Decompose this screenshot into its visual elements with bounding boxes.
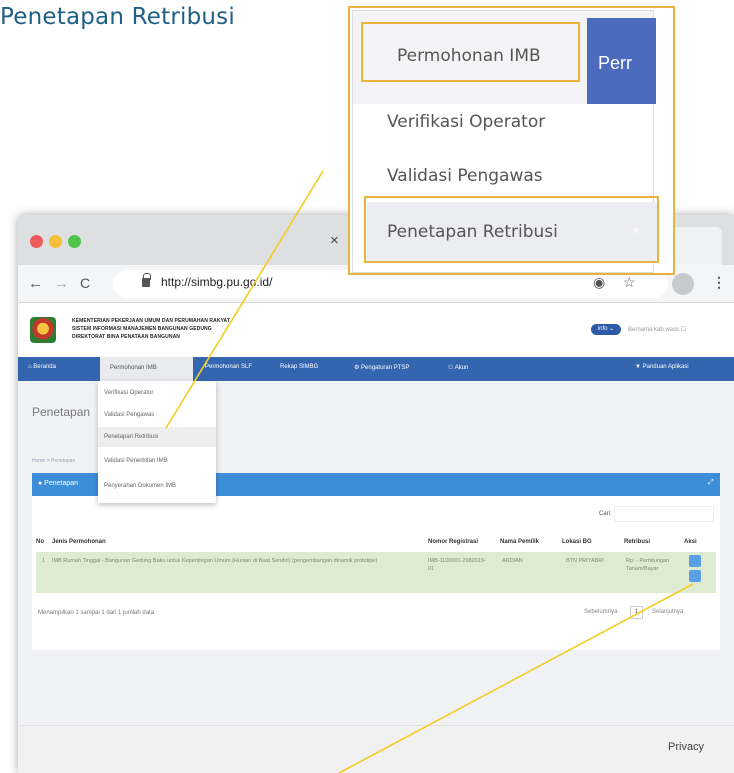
- pointer-line-lower: [338, 583, 694, 773]
- pointer-line-upper: [165, 170, 324, 429]
- pointer-lines: [165, 170, 694, 773]
